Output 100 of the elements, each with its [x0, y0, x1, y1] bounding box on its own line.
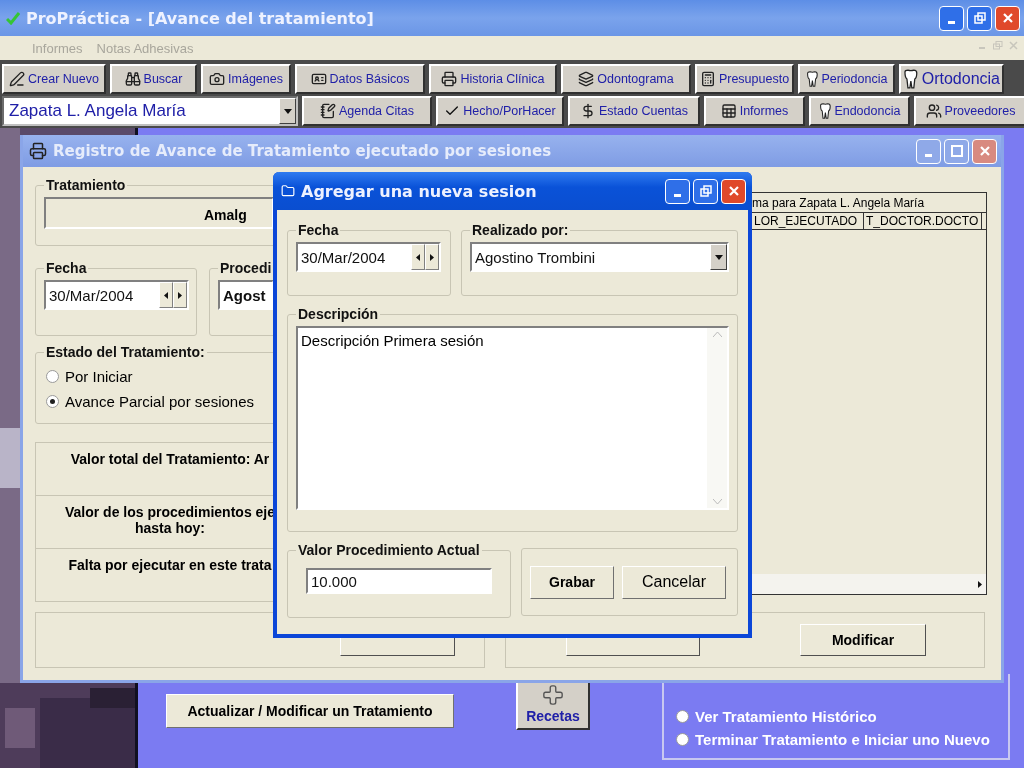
- pen-icon: [9, 71, 26, 87]
- camera-icon: [209, 71, 226, 87]
- minimize-button[interactable]: [665, 178, 690, 204]
- printer-icon: [29, 142, 47, 160]
- group-label: Tratamiento: [45, 177, 127, 193]
- save-button[interactable]: Grabar: [530, 565, 614, 599]
- close-icon: [727, 185, 740, 197]
- column-header[interactable]: T_DOCTOR.DOCTO: [864, 213, 982, 229]
- restore-icon: [699, 185, 712, 197]
- check-icon: [6, 11, 20, 25]
- close-icon: [978, 145, 991, 157]
- tooth-icon: [805, 71, 819, 87]
- binoculars-icon: [124, 71, 141, 87]
- toolbar-button[interactable]: Presupuesto: [695, 64, 794, 94]
- layers-icon: [578, 71, 595, 87]
- minimize-button[interactable]: [939, 5, 964, 31]
- group-label: Procedi: [219, 260, 273, 276]
- toolbar-button[interactable]: Proveedores: [914, 96, 1024, 126]
- dollar-icon: [580, 103, 596, 119]
- toolbar-button[interactable]: Ortodoncia: [899, 64, 1004, 94]
- toolbar-button[interactable]: Crear Nuevo: [2, 64, 106, 94]
- toolbar-button[interactable]: Imágenes: [201, 64, 291, 94]
- group-label: Valor Procedimiento Actual: [297, 542, 481, 558]
- treatment-field: Amalg: [44, 197, 274, 229]
- right-arrow-icon: [430, 253, 434, 261]
- toolbar-button[interactable]: Historia Clínica: [429, 64, 557, 94]
- radio-button[interactable]: [46, 370, 59, 383]
- group-label: Estado del Tratamiento:: [45, 344, 206, 360]
- prescriptions-button[interactable]: Recetas: [516, 680, 590, 730]
- previous-button[interactable]: [159, 282, 173, 308]
- date-picker[interactable]: 30/Mar/2004: [296, 242, 441, 272]
- option-label: Avance Parcial por sesiones: [65, 393, 254, 410]
- vertical-scrollbar[interactable]: [707, 328, 727, 508]
- group-label: Realizado por:: [471, 222, 570, 238]
- dropdown-button[interactable]: [710, 244, 727, 270]
- value-label: Valor total del Tratamiento: Ar: [70, 451, 270, 467]
- modify-button[interactable]: Modificar: [800, 624, 926, 656]
- maximize-icon: [950, 145, 963, 157]
- group-label: Fecha: [45, 260, 88, 276]
- toolbar-button[interactable]: Buscar: [110, 64, 197, 94]
- value-label: Falta por ejecutar en este trata: [68, 557, 272, 573]
- doctor-field[interactable]: Agost: [220, 286, 272, 304]
- toolbar-button[interactable]: Periodoncia: [798, 64, 895, 94]
- group-label: Fecha: [297, 222, 340, 238]
- tooth-icon: [818, 103, 832, 119]
- dropdown-button[interactable]: [279, 98, 296, 124]
- id-card-icon: [310, 71, 327, 87]
- value-label: Valor de los procedimientos eje: [64, 504, 276, 520]
- printer-icon: [441, 71, 458, 87]
- radio-button[interactable]: [46, 395, 59, 408]
- cross-icon: [542, 684, 564, 706]
- grid-caption: ma para Zapata L. Angela María: [751, 195, 926, 212]
- window-title: ProPráctica - [Avance del tratamiento]: [26, 8, 375, 28]
- cancel-button[interactable]: Cancelar: [622, 565, 726, 599]
- toolbar-button[interactable]: Agenda Citas: [302, 96, 432, 126]
- minimize-icon: [674, 193, 681, 197]
- caret-icon: [714, 254, 723, 260]
- date-picker[interactable]: 30/Mar/2004: [44, 280, 189, 310]
- value-label: hasta hoy:: [135, 520, 205, 536]
- restore-button[interactable]: [967, 5, 992, 31]
- radio-button[interactable]: [676, 733, 689, 746]
- restore-button[interactable]: [693, 178, 718, 204]
- minimize-icon: [925, 153, 932, 157]
- patient-field[interactable]: Zapata L. Angela María: [7, 100, 279, 122]
- group-label: Descripción: [297, 306, 380, 322]
- restore-icon: [973, 12, 986, 24]
- date-field[interactable]: 30/Mar/2004: [298, 248, 411, 266]
- left-arrow-icon: [416, 253, 420, 261]
- toolbar-button[interactable]: Endodoncia: [809, 96, 910, 126]
- previous-button[interactable]: [411, 244, 425, 270]
- sheet-icon: [720, 103, 737, 119]
- right-arrow-icon: [978, 580, 982, 588]
- doctor-field[interactable]: Agostino Trombini: [472, 248, 710, 266]
- calculator-icon: [699, 71, 716, 87]
- users-icon: [925, 103, 942, 119]
- option-label: Terminar Tratamiento e Iniciar uno Nuevo: [695, 731, 990, 748]
- right-arrow-icon: [178, 291, 182, 299]
- close-icon: [1001, 12, 1014, 24]
- minimize-icon: [948, 20, 955, 24]
- option-label: Por Iniciar: [65, 368, 133, 385]
- patient-select[interactable]: Zapata L. Angela María: [2, 96, 298, 126]
- next-button[interactable]: [173, 282, 187, 308]
- update-treatment-button[interactable]: Actualizar / Modificar un Tratamiento: [166, 694, 454, 728]
- doctor-select[interactable]: Agostino Trombini: [470, 242, 729, 272]
- radio-button[interactable]: [676, 710, 689, 723]
- tooth-icon: [903, 68, 919, 90]
- next-button[interactable]: [425, 244, 439, 270]
- date-field[interactable]: 30/Mar/2004: [46, 286, 159, 304]
- toolbar-button[interactable]: Hecho/PorHacer: [436, 96, 564, 126]
- toolbar-button[interactable]: Informes: [704, 96, 805, 126]
- caret-icon: [283, 108, 292, 114]
- toolbar-button[interactable]: Datos Básicos: [295, 64, 425, 94]
- toolbar-button[interactable]: Odontograma: [561, 64, 691, 94]
- notebook-icon: [319, 103, 336, 119]
- window-title: Registro de Avance de Tratamiento ejecutado por sesiones: [53, 142, 553, 160]
- dialog-title: Agregar una nueva sesion: [301, 181, 538, 201]
- option-label: Ver Tratamiento Histórico: [695, 708, 877, 725]
- doctor-select[interactable]: Agost: [218, 280, 274, 310]
- toolbar-button[interactable]: Estado Cuentas: [568, 96, 700, 126]
- left-arrow-icon: [164, 291, 168, 299]
